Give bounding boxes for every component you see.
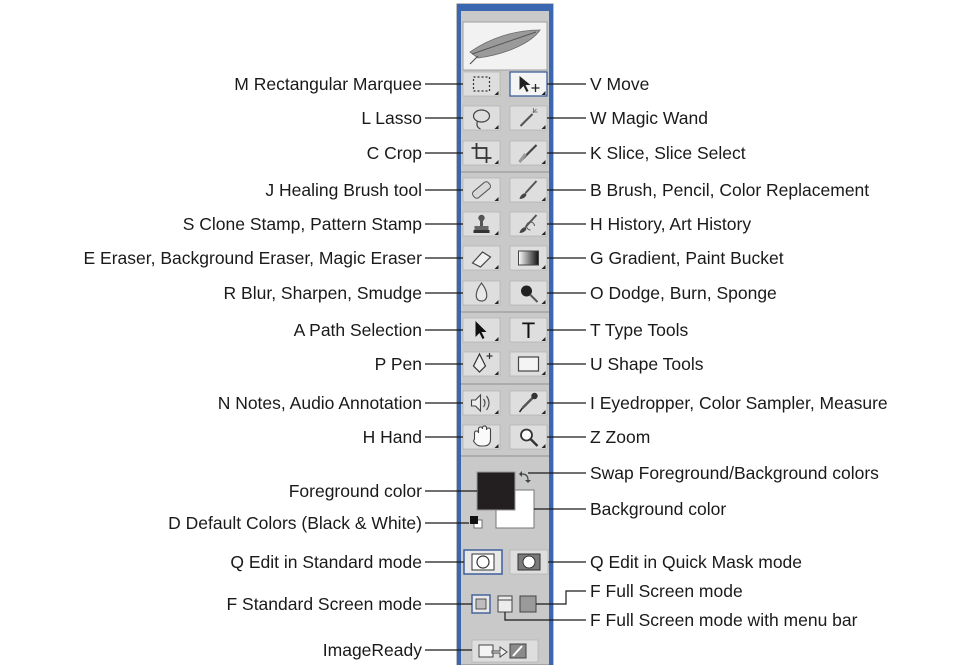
left-callout-label: Foreground color [288, 481, 422, 501]
svg-text:T: T [522, 318, 535, 343]
left-callout-label: ImageReady [322, 640, 422, 660]
left-callout-label: P Pen [374, 354, 422, 374]
photoshop-toolbox-diagram: T M Rectangular Marquee V Move L Lasso W Ma… [0, 0, 960, 666]
left-callout-label: N Notes, Audio Annotation [217, 393, 422, 413]
right-callout-label: O Dodge, Burn, Sponge [590, 283, 777, 303]
right-callout-label: Swap Foreground/Background colors [590, 463, 879, 483]
shape-icon [509, 351, 548, 377]
full-screen-menu-button [497, 595, 513, 613]
magic-wand-icon [509, 105, 548, 131]
left-callout-label: J Healing Brush tool [265, 180, 422, 200]
right-callout-label: K Slice, Slice Select [590, 143, 746, 163]
blur-icon [462, 280, 501, 306]
left-callout-label: L Lasso [361, 108, 422, 128]
jump-to-imageready-icon [471, 639, 539, 663]
move-icon [509, 71, 548, 97]
left-callout-label: A Path Selection [293, 320, 422, 340]
panel-title-bar [457, 4, 553, 11]
standard-screen-mode-icon [471, 594, 491, 614]
right-callout-label: T Type Tools [590, 320, 689, 340]
healing-brush-icon [462, 177, 501, 203]
feather-icon [462, 21, 548, 71]
right-callout-label: B Brush, Pencil, Color Replacement [590, 180, 870, 200]
panel-left-edge [457, 4, 461, 665]
right-callout-label: U Shape Tools [590, 354, 704, 374]
left-callout-label: M Rectangular Marquee [234, 74, 422, 94]
gradient-icon [509, 245, 548, 271]
full-screen-button [519, 595, 537, 613]
right-callout-label: G Gradient, Paint Bucket [590, 248, 784, 268]
dodge-icon [509, 280, 548, 306]
left-callout-label: H Hand [362, 427, 422, 447]
left-callout-label: E Eraser, Background Eraser, Magic Erase… [83, 248, 422, 268]
right-callout-label: I Eyedropper, Color Sampler, Measure [590, 393, 888, 413]
slice-icon [509, 140, 548, 166]
toolbox-diagram-graphic: T [425, 3, 586, 666]
pen-icon [462, 351, 501, 377]
left-callout-label: C Crop [366, 143, 422, 163]
lasso-icon [462, 105, 501, 131]
standard-mode-icon [463, 549, 503, 575]
eyedropper-icon [509, 390, 548, 416]
tool-button [462, 390, 501, 416]
left-callout-label: S Clone Stamp, Pattern Stamp [182, 214, 422, 234]
type-icon: T [509, 317, 548, 343]
brush-icon [509, 177, 548, 203]
notes-icon [462, 390, 501, 416]
right-callout-label: H History, Art History [590, 214, 752, 234]
right-callout-label: Q Edit in Quick Mask mode [590, 552, 803, 572]
eraser-icon [462, 245, 501, 271]
crop-icon [462, 140, 501, 166]
history-brush-icon [509, 211, 548, 237]
full-screen-menu-icon [497, 595, 513, 613]
clone-stamp-icon [462, 211, 501, 237]
tool-button [462, 140, 501, 166]
right-callout-label: F Full Screen mode with menu bar [590, 610, 858, 630]
tool-button [462, 71, 501, 97]
right-callout-label: Z Zoom [590, 427, 651, 447]
quick-mask-mode-icon [509, 549, 549, 575]
panel-right-edge [549, 4, 553, 665]
left-callout-label: R Blur, Sharpen, Smudge [223, 283, 422, 303]
left-callout-label: F Standard Screen mode [226, 594, 422, 614]
right-callout-label: F Full Screen mode [590, 581, 743, 601]
full-screen-icon [519, 595, 537, 613]
hand-icon [462, 424, 501, 450]
right-callout-label: V Move [590, 74, 650, 94]
rectangular-marquee-icon [462, 71, 501, 97]
right-callout-label: W Magic Wand [590, 108, 708, 128]
left-callout-label: Q Edit in Standard mode [230, 552, 422, 572]
foreground-color-swatch [476, 471, 516, 511]
path-selection-icon [462, 317, 501, 343]
zoom-icon [509, 424, 548, 450]
left-callout-label: D Default Colors (Black & White) [168, 513, 422, 533]
right-callout-label: Background color [590, 499, 727, 519]
